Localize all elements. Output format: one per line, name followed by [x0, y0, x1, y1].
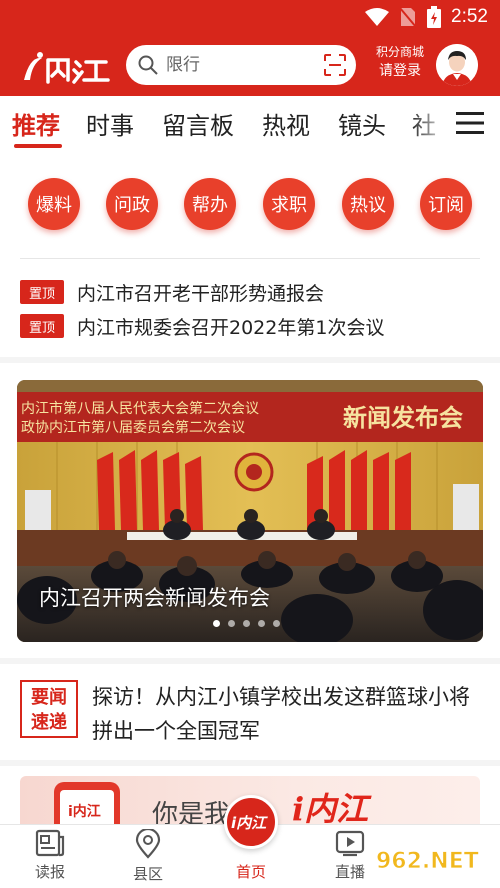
divider [20, 258, 480, 259]
login-label[interactable]: 请登录 [370, 60, 430, 82]
section-separator [0, 658, 500, 664]
section-separator [0, 760, 500, 766]
watermark-sub: 乐游网 [436, 873, 475, 886]
points-mall-login[interactable]: 积分商城 请登录 [370, 44, 430, 82]
backdrop-text-title: 新闻发布会 [343, 403, 463, 432]
app-logo[interactable] [20, 50, 112, 84]
pinned-badge: 置顶 [20, 314, 64, 338]
nav-home-button[interactable]: i内江 [224, 795, 278, 849]
points-mall-label[interactable]: 积分商城 [370, 44, 430, 60]
status-time: 2:52 [451, 6, 488, 27]
tab-message-board[interactable]: 留言板 [162, 106, 234, 141]
status-bar: 2:52 [0, 0, 500, 34]
quick-subscribe-button[interactable]: 订阅 [420, 178, 472, 230]
pinned-news-title[interactable]: 内江市召开老干部形势通报会 [77, 279, 324, 306]
tab-recommend[interactable]: 推荐 [12, 106, 60, 141]
menu-icon[interactable] [456, 110, 484, 136]
battery-charging-icon [427, 6, 442, 28]
quick-job-button[interactable]: 求职 [263, 178, 315, 230]
live-tv-icon [335, 830, 365, 857]
backdrop-text-line2: 政协内江市第八届委员会第二次会议 [21, 419, 245, 436]
promo-logo-text: i内江 [292, 790, 372, 828]
carousel-dot[interactable] [228, 620, 235, 627]
tab-current-affairs[interactable]: 时事 [86, 106, 134, 141]
nav-live[interactable]: 直播 [320, 829, 380, 885]
quick-help-button[interactable]: 帮办 [184, 178, 236, 230]
nav-newspaper[interactable]: 读报 [20, 829, 80, 885]
search-input[interactable] [166, 55, 316, 75]
location-pin-icon [135, 829, 161, 859]
news-flash-line2: 速递 [31, 712, 67, 733]
quick-inquiry-button[interactable]: 问政 [106, 178, 158, 230]
watermark-main: 962.NET [376, 849, 479, 874]
home-logo-icon: i内江 [231, 814, 268, 832]
carousel-dot[interactable] [258, 620, 265, 627]
wifi-icon [365, 8, 390, 26]
nav-county-label: 县区 [132, 865, 163, 883]
quick-discuss-button[interactable]: 热议 [342, 178, 394, 230]
pinned-badge: 置顶 [20, 280, 64, 304]
carousel-dots [213, 620, 280, 627]
pinned-news-item[interactable]: 置顶 内江市召开老干部形势通报会 [20, 278, 490, 306]
nav-county[interactable]: 县区 [118, 829, 178, 885]
phone-logo-text: i内江 [68, 803, 101, 820]
no-sim-icon [399, 7, 417, 28]
search-icon [138, 55, 158, 75]
quick-report-button[interactable]: 爆料 [28, 178, 80, 230]
carousel-dot[interactable] [213, 620, 220, 627]
news-flash-badge: 要闻 速递 [20, 680, 78, 738]
tab-hot-video[interactable]: 热视 [262, 106, 310, 141]
app-header: 2:52 积分商城 请登录 [0, 0, 500, 96]
nav-newspaper-label: 读报 [34, 863, 65, 881]
active-tab-indicator [14, 144, 62, 148]
banner-carousel[interactable]: 内江市第八届人民代表大会第二次会议 政协内江市第八届委员会第二次会议 新闻发布会 [17, 380, 483, 642]
news-flash-line1: 要闻 [31, 687, 67, 708]
tab-lens[interactable]: 镜头 [338, 106, 386, 141]
carousel-dot[interactable] [243, 620, 250, 627]
channel-tabs: 推荐 时事 留言板 热视 镜头 社 [0, 96, 500, 154]
carousel-dot[interactable] [273, 620, 280, 627]
quick-actions: 爆料 问政 帮办 求职 热议 订阅 [0, 178, 500, 230]
scan-icon[interactable] [324, 54, 346, 76]
promo-logo: i内江 [292, 790, 372, 828]
banner-caption[interactable]: 内江召开两会新闻发布会 [39, 582, 270, 612]
section-separator [0, 357, 500, 363]
backdrop-text-line1: 内江市第八届人民代表大会第二次会议 [21, 400, 259, 417]
site-watermark: 962.NET 乐游网 [376, 830, 479, 886]
home-logo-text: i内江 [231, 814, 268, 832]
pinned-news-title[interactable]: 内江市规委会召开2022年第1次会议 [77, 313, 384, 340]
newspaper-icon [35, 829, 65, 857]
tabs-fade [410, 96, 450, 154]
headline-news-title[interactable]: 探访！从内江小镇学校出发这群篮球小将拼出一个全国冠军 [92, 680, 482, 748]
user-avatar-icon [436, 44, 478, 86]
pinned-news-item[interactable]: 置顶 内江市规委会召开2022年第1次会议 [20, 312, 490, 340]
status-icons: 2:52 [365, 5, 488, 29]
nav-home-label[interactable]: 首页 [220, 861, 282, 882]
avatar[interactable] [436, 44, 478, 86]
nav-live-label: 直播 [334, 863, 365, 881]
search-box[interactable] [126, 45, 356, 85]
